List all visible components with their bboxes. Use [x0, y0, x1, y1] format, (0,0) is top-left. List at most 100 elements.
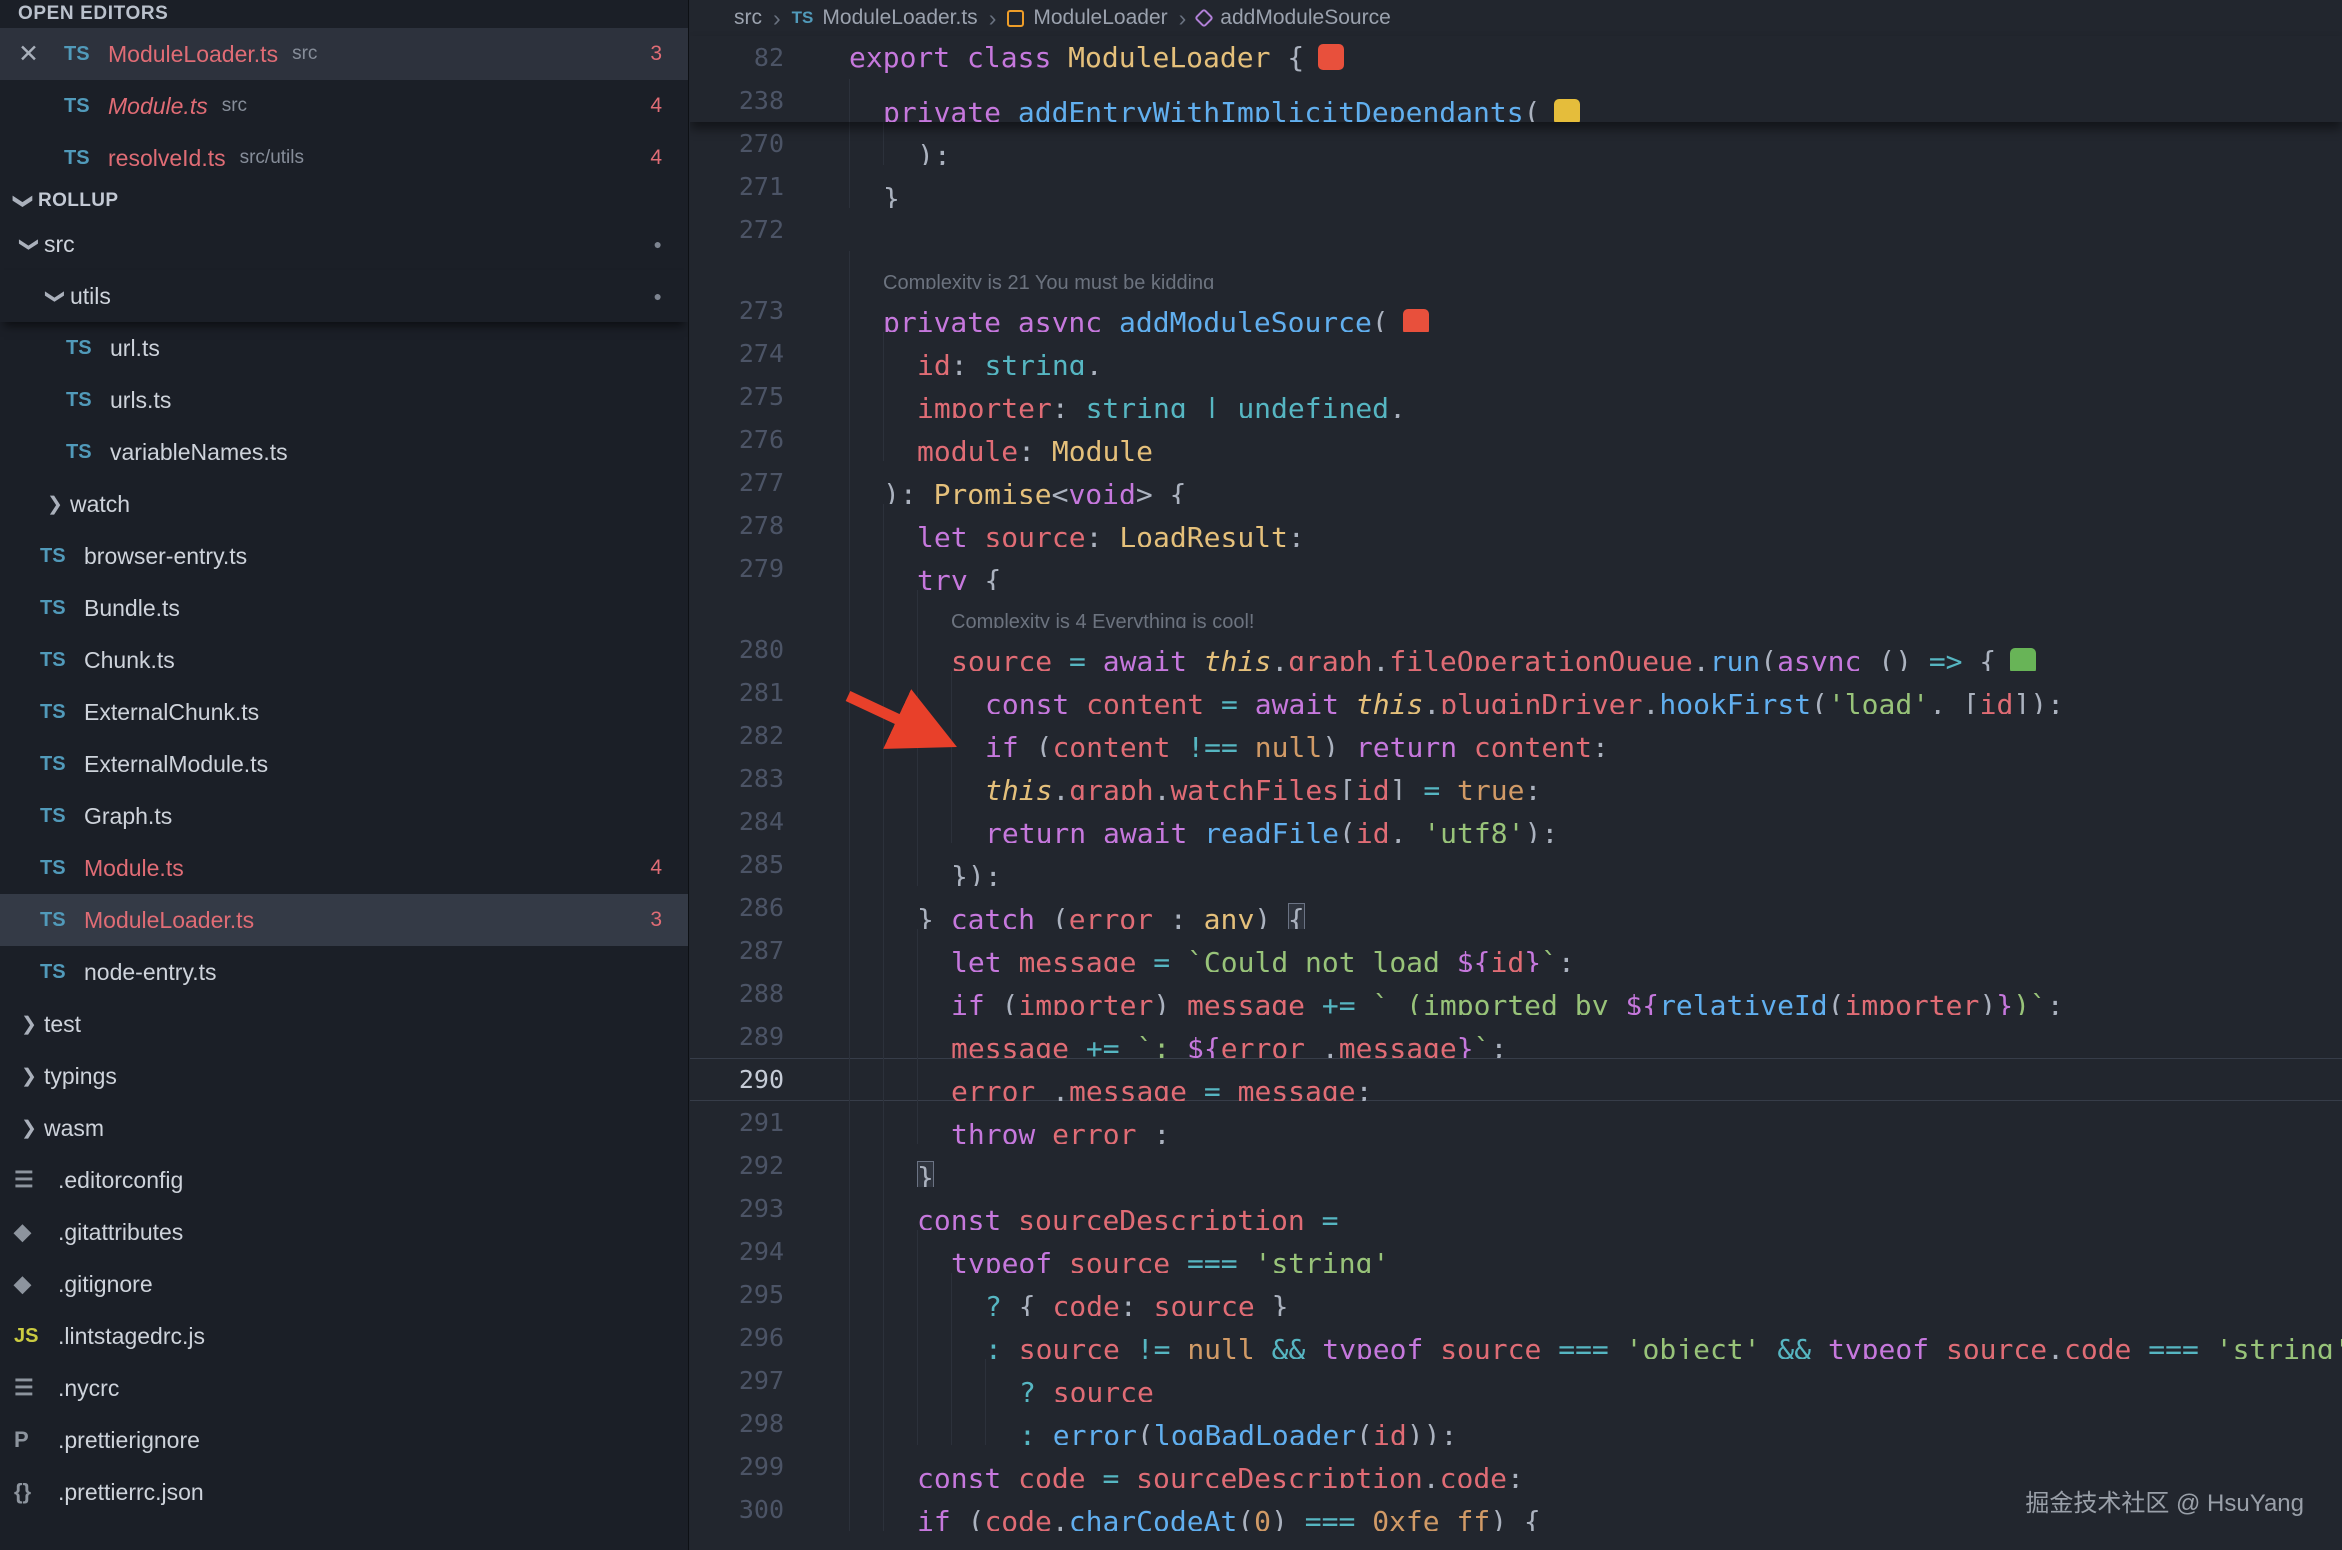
line-number[interactable]: 278: [690, 504, 784, 547]
line-number[interactable]: 287: [690, 929, 784, 972]
code-line[interactable]: 274id: string,: [690, 332, 2342, 375]
close-icon[interactable]: ✕: [18, 39, 64, 69]
codelens-label[interactable]: Complexity is 21 You must be kidding: [883, 272, 1214, 289]
tree-file-externalmodule-ts[interactable]: TSExternalModule.ts: [0, 738, 688, 790]
code-line[interactable]: 273private async addModuleSource(: [690, 289, 2342, 332]
open-editor-item[interactable]: TSresolveId.tssrc/utils4: [0, 132, 688, 184]
breadcrumb-item-moduleloader[interactable]: ModuleLoader: [1007, 6, 1167, 30]
code-line[interactable]: 238private addEntryWithImplicitDependant…: [690, 79, 2342, 122]
code-line[interactable]: 293const sourceDescription =: [690, 1187, 2342, 1230]
line-number[interactable]: 276: [690, 418, 784, 461]
tree-file--nycrc[interactable]: ☰.nycrc: [0, 1362, 688, 1414]
line-number[interactable]: 284: [690, 800, 784, 843]
codelens-row[interactable]: Complexity is 4 Everything is cool!: [690, 590, 2342, 628]
code-line[interactable]: 289message += `: ${error_.message}`;: [690, 1015, 2342, 1058]
line-number[interactable]: 296: [690, 1316, 784, 1359]
line-number[interactable]: 297: [690, 1359, 784, 1402]
line-number[interactable]: 292: [690, 1144, 784, 1187]
code-line[interactable]: 295? { code: source }: [690, 1273, 2342, 1316]
breadcrumb-item-moduleloader-ts[interactable]: TSModuleLoader.ts: [792, 6, 978, 30]
line-number[interactable]: 289: [690, 1015, 784, 1058]
line-number[interactable]: 298: [690, 1402, 784, 1445]
line-number[interactable]: 282: [690, 714, 784, 757]
code-line[interactable]: 277): Promise<void> {: [690, 461, 2342, 504]
code-line[interactable]: 296: source != null && typeof source ===…: [690, 1316, 2342, 1359]
line-number[interactable]: [690, 590, 784, 628]
tree-file-graph-ts[interactable]: TSGraph.ts: [0, 790, 688, 842]
code-line[interactable]: 288if (importer) message += ` (imported …: [690, 972, 2342, 1015]
open-editors-header[interactable]: OPEN EDITORS: [0, 0, 688, 28]
tree-file-module-ts[interactable]: TSModule.ts4: [0, 842, 688, 894]
line-number[interactable]: [690, 251, 784, 289]
code-line[interactable]: 290error_.message = message;: [690, 1058, 2342, 1101]
tree-file-moduleloader-ts[interactable]: TSModuleLoader.ts3: [0, 894, 688, 946]
tree-file--prettierignore[interactable]: P.prettierignore: [0, 1414, 688, 1466]
code-line[interactable]: 298: error(logBadLoader(id));: [690, 1402, 2342, 1445]
code-line[interactable]: 286} catch (error_: any) {: [690, 886, 2342, 929]
code-line[interactable]: 279try {: [690, 547, 2342, 590]
line-number[interactable]: 279: [690, 547, 784, 590]
line-number[interactable]: 285: [690, 843, 784, 886]
line-number[interactable]: 82: [690, 36, 784, 79]
tree-file--gitignore[interactable]: ◆.gitignore: [0, 1258, 688, 1310]
line-number[interactable]: 290: [690, 1058, 784, 1101]
line-number[interactable]: 275: [690, 375, 784, 418]
tree-file-browser-entry-ts[interactable]: TSbrowser-entry.ts: [0, 530, 688, 582]
line-number[interactable]: 272: [690, 208, 784, 251]
line-number[interactable]: 294: [690, 1230, 784, 1273]
tree-file-bundle-ts[interactable]: TSBundle.ts: [0, 582, 688, 634]
code-line[interactable]: 270);: [690, 122, 2342, 165]
line-number[interactable]: 281: [690, 671, 784, 714]
open-editor-item[interactable]: TSModule.tssrc4: [0, 80, 688, 132]
tree-file--prettierrc-json[interactable]: {}.prettierrc.json: [0, 1466, 688, 1518]
tree-folder-watch[interactable]: ❯watch: [0, 478, 688, 530]
tree-folder-src[interactable]: ❯src●: [0, 218, 688, 270]
tree-file-variablenames-ts[interactable]: TSvariableNames.ts: [0, 426, 688, 478]
line-number[interactable]: 300: [690, 1488, 784, 1531]
tree-file-node-entry-ts[interactable]: TSnode-entry.ts: [0, 946, 688, 998]
code-line[interactable]: 282if (content !== null) return content;: [690, 714, 2342, 757]
line-number[interactable]: 273: [690, 289, 784, 332]
line-number[interactable]: 238: [690, 79, 784, 122]
tree-file-externalchunk-ts[interactable]: TSExternalChunk.ts: [0, 686, 688, 738]
line-number[interactable]: 270: [690, 122, 784, 165]
code-line[interactable]: 271}: [690, 165, 2342, 208]
code-line[interactable]: 292}: [690, 1144, 2342, 1187]
codelens-row[interactable]: Complexity is 21 You must be kidding: [690, 251, 2342, 289]
tree-file-urls-ts[interactable]: TSurls.ts: [0, 374, 688, 426]
line-number[interactable]: 274: [690, 332, 784, 375]
code-line[interactable]: 285});: [690, 843, 2342, 886]
code-line[interactable]: 278let source: LoadResult;: [690, 504, 2342, 547]
line-number[interactable]: 286: [690, 886, 784, 929]
tree-folder-wasm[interactable]: ❯wasm: [0, 1102, 688, 1154]
code-line[interactable]: 291throw error_;: [690, 1101, 2342, 1144]
code-line[interactable]: 280source = await this.graph.fileOperati…: [690, 628, 2342, 671]
line-number[interactable]: 288: [690, 972, 784, 1015]
tree-file--editorconfig[interactable]: ☰.editorconfig: [0, 1154, 688, 1206]
tree-file-chunk-ts[interactable]: TSChunk.ts: [0, 634, 688, 686]
tree-folder-utils[interactable]: ❯utils●: [0, 270, 688, 322]
code-line[interactable]: 275importer: string | undefined,: [690, 375, 2342, 418]
rollup-section-header[interactable]: ❯ ROLLUP: [0, 184, 688, 218]
code-line[interactable]: 297? source: [690, 1359, 2342, 1402]
code-line[interactable]: 299const code = sourceDescription.code;: [690, 1445, 2342, 1488]
tree-folder-typings[interactable]: ❯typings: [0, 1050, 688, 1102]
code-line[interactable]: 294typeof source === 'string': [690, 1230, 2342, 1273]
code-line[interactable]: 283this.graph.watchFiles[id] = true;: [690, 757, 2342, 800]
code-line[interactable]: 272: [690, 208, 2342, 251]
line-number[interactable]: 271: [690, 165, 784, 208]
tree-file--lintstagedrc-js[interactable]: JS.lintstagedrc.js: [0, 1310, 688, 1362]
code-line[interactable]: 287let message = `Could not load ${id}`;: [690, 929, 2342, 972]
tree-file--gitattributes[interactable]: ◆.gitattributes: [0, 1206, 688, 1258]
breadcrumb-item-addmodulesource[interactable]: addModuleSource: [1197, 6, 1390, 30]
codelens-label[interactable]: Complexity is 4 Everything is cool!: [951, 611, 1254, 628]
code-line[interactable]: 281const content = await this.pluginDriv…: [690, 671, 2342, 714]
breadcrumb-item-src[interactable]: src: [734, 6, 762, 30]
line-number[interactable]: 295: [690, 1273, 784, 1316]
tree-folder-test[interactable]: ❯test: [0, 998, 688, 1050]
line-number[interactable]: 291: [690, 1101, 784, 1144]
line-number[interactable]: 283: [690, 757, 784, 800]
code-line[interactable]: 276module: Module: [690, 418, 2342, 461]
open-editor-item[interactable]: ✕TSModuleLoader.tssrc3: [0, 28, 688, 80]
tree-file-url-ts[interactable]: TSurl.ts: [0, 322, 688, 374]
